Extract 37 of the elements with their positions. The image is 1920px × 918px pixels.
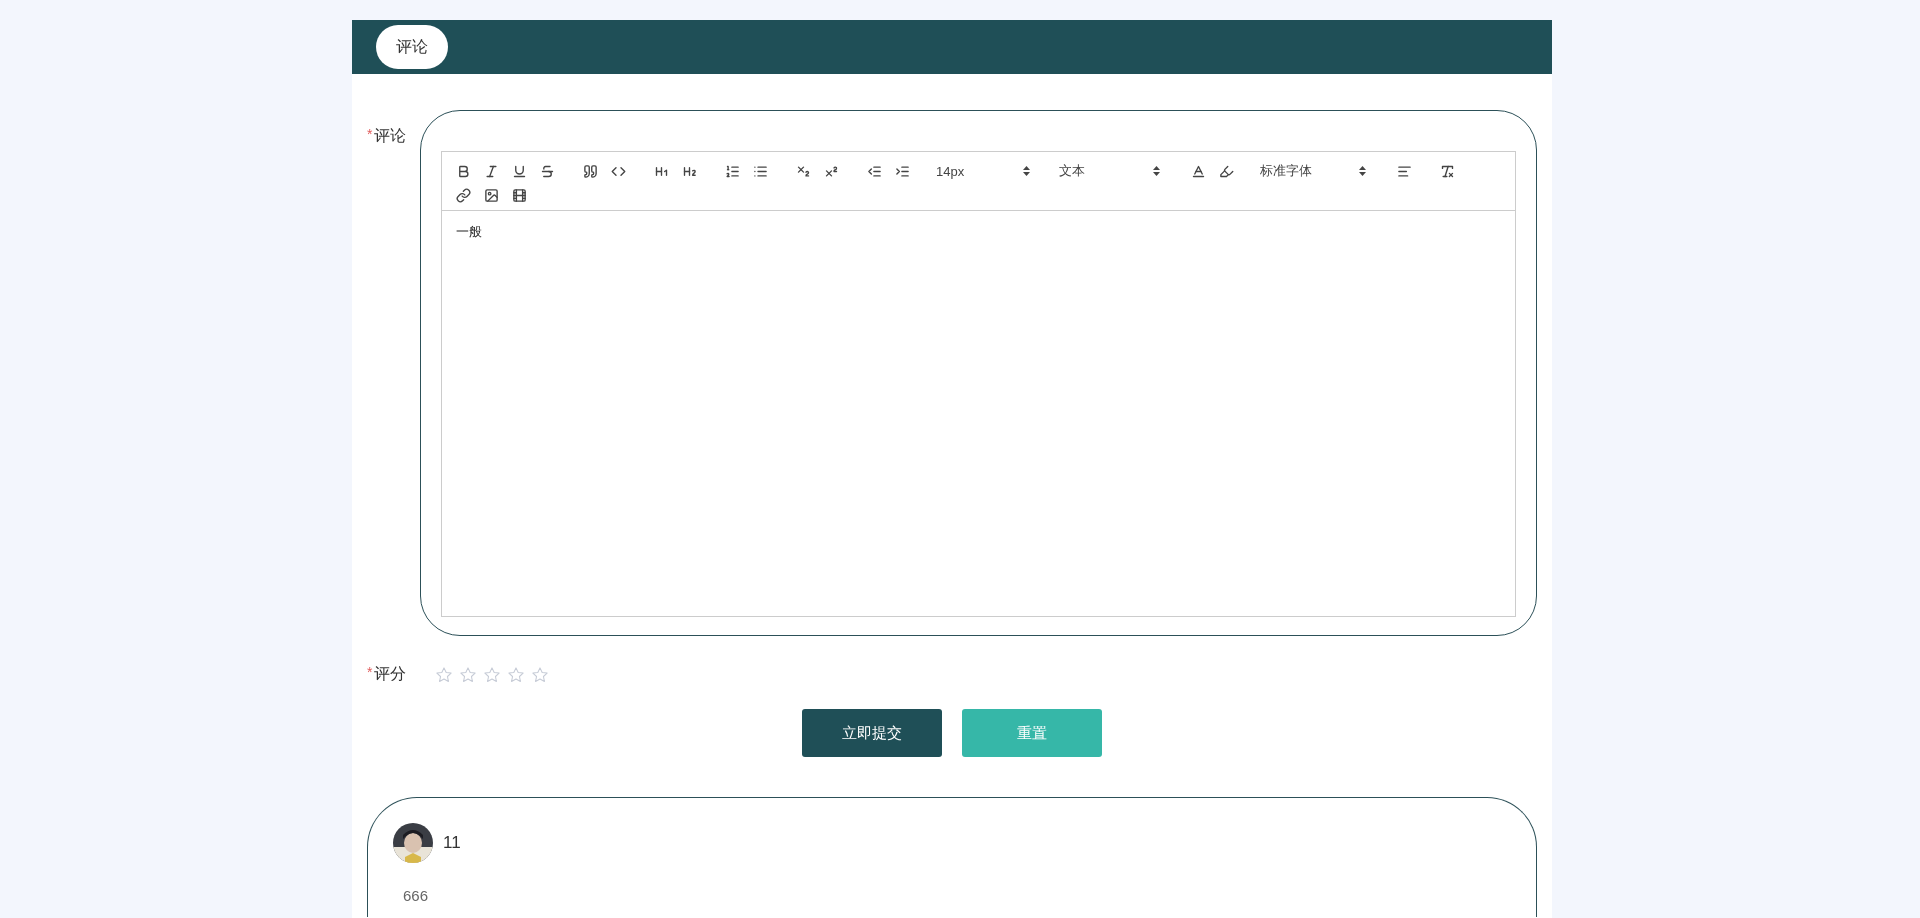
tab[interactable]: 评论 (376, 25, 448, 69)
quote-icon (582, 163, 598, 179)
star-icon[interactable] (435, 666, 453, 684)
subscript-icon (795, 163, 811, 179)
clear-format-icon (1439, 163, 1455, 179)
video-icon (511, 187, 527, 203)
editor-text[interactable]: 一般 (442, 211, 1515, 253)
required-mark: * (367, 664, 373, 682)
required-mark: * (367, 126, 373, 144)
dropdown-select[interactable]: 文本 (1059, 160, 1164, 182)
ordered-list-icon (724, 163, 740, 179)
star-icon[interactable] (507, 666, 525, 684)
superscript-icon (823, 163, 839, 179)
sort-arrows-icon (1153, 166, 1160, 176)
bullet-list-icon (752, 163, 768, 179)
submit-button[interactable]: 立即提交 (802, 709, 942, 757)
image-icon (483, 187, 499, 203)
italic-icon (483, 163, 499, 179)
align-left-icon (1396, 163, 1412, 179)
link-icon (455, 187, 471, 203)
star-icon[interactable] (531, 666, 549, 684)
underline-icon (511, 163, 527, 179)
field-label: 评分 (374, 664, 407, 684)
sort-arrows-icon (1359, 166, 1366, 176)
font-color-icon (1190, 163, 1206, 179)
outdent-icon (866, 163, 882, 179)
star-icon[interactable] (459, 666, 477, 684)
dropdown-select[interactable]: 标准字体 (1260, 160, 1370, 182)
strikethrough-icon (539, 163, 555, 179)
sort-arrows-icon (1023, 166, 1030, 176)
indent-icon (894, 163, 910, 179)
user-name: 11 (443, 833, 461, 853)
highlight-icon (1218, 163, 1234, 179)
star-icon[interactable] (483, 666, 501, 684)
comment-text: 666 (403, 887, 430, 904)
field-label: 评论 (374, 126, 407, 146)
dropdown-select[interactable]: 14px (936, 160, 1034, 182)
